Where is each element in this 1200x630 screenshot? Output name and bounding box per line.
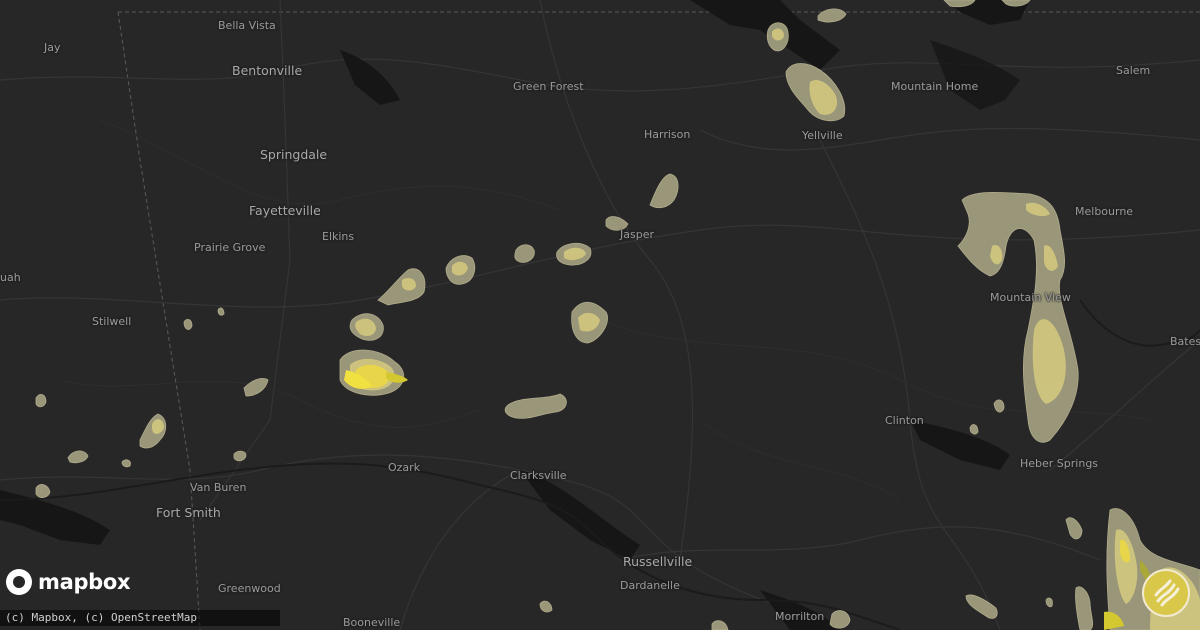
city-label: Mountain View (990, 291, 1071, 304)
mapbox-logo-text: mapbox (38, 570, 131, 594)
city-label: uah (0, 271, 21, 284)
city-label: Mountain Home (891, 80, 979, 93)
city-label: Heber Springs (1020, 457, 1099, 470)
map-canvas[interactable]: Bella Vista Jay Bentonville Springdale F… (0, 0, 1200, 630)
water-bodies (0, 0, 1030, 630)
city-label: Elkins (322, 230, 355, 243)
city-label: Salem (1116, 64, 1151, 77)
city-label: Bates (1170, 335, 1200, 348)
city-label: Fayetteville (249, 203, 321, 218)
mapbox-logo[interactable]: mapbox (6, 569, 131, 595)
city-label: Melbourne (1075, 205, 1134, 218)
city-label: Green Forest (513, 80, 584, 93)
city-label: Clarksville (510, 469, 567, 482)
city-label: Fort Smith (156, 505, 221, 520)
hail-storm-icon (1142, 569, 1190, 617)
city-label: Ozark (388, 461, 421, 474)
city-label: Yellville (802, 129, 843, 142)
city-label: Booneville (343, 616, 401, 629)
city-label: Russellville (623, 554, 693, 569)
city-label: Bella Vista (218, 19, 276, 32)
city-label: Stilwell (92, 315, 132, 328)
city-label: Greenwood (218, 582, 281, 595)
city-label: Morrilton (775, 610, 825, 623)
map-base-layer (0, 0, 1200, 630)
city-label: Dardanelle (620, 579, 680, 592)
city-label: Prairie Grove (194, 241, 266, 254)
city-label: Springdale (260, 147, 328, 162)
city-label: Bentonville (232, 63, 303, 78)
city-label: Clinton (885, 414, 924, 427)
city-label: Jay (44, 41, 61, 54)
city-label: Harrison (644, 128, 691, 141)
city-label: Jasper (620, 228, 654, 241)
city-label: Van Buren (190, 481, 247, 494)
map-attribution[interactable]: (c) Mapbox, (c) OpenStreetMap (0, 610, 280, 626)
mapbox-logo-icon (6, 569, 32, 595)
